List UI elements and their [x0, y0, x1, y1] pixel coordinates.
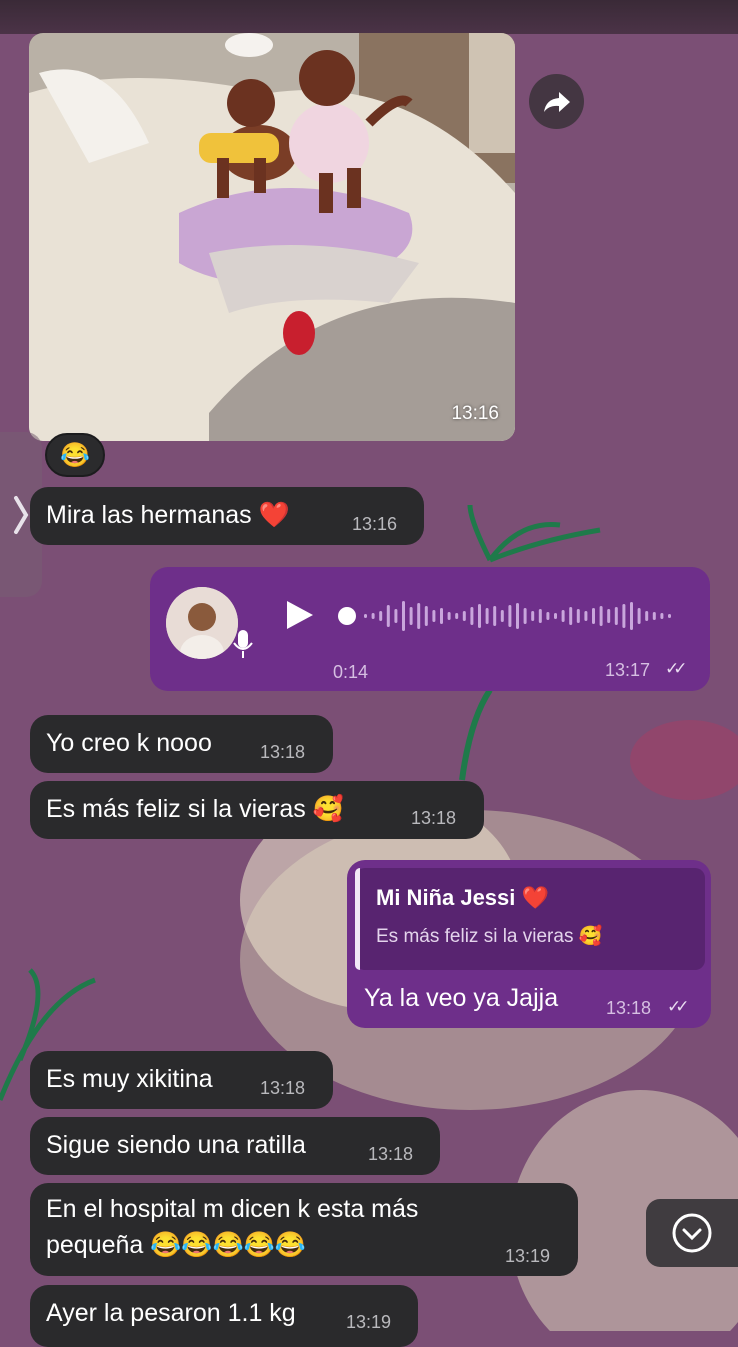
voice-duration: 0:14: [333, 662, 369, 682]
incoming-message[interactable]: Yo creo k nooo 13:18: [30, 715, 333, 773]
message-time: 13:16: [352, 514, 398, 534]
reaction-badge[interactable]: 😂: [45, 433, 105, 477]
waveform-bar: [455, 613, 459, 619]
incoming-message[interactable]: Sigue siendo una ratilla 13:18: [30, 1117, 440, 1175]
heart-emoji: ❤️: [521, 885, 549, 910]
double-check-icon: ✓✓: [665, 659, 687, 678]
outgoing-voice-message[interactable]: 0:14 13:17 ✓✓: [150, 567, 710, 691]
waveform-bar: [485, 608, 489, 624]
incoming-message[interactable]: Es más feliz si la vieras 🥰 13:18: [30, 781, 484, 839]
reaction-emoji: 😂: [60, 441, 90, 469]
waveform-bar: [470, 607, 474, 625]
waveform-bar: [576, 609, 580, 623]
smiling-hearts-emoji: 🥰: [578, 926, 603, 947]
waveform-bar: [645, 611, 649, 621]
microphone-icon: [233, 630, 253, 658]
message-time: 13:19: [505, 1246, 551, 1266]
waveform-bar: [599, 606, 603, 626]
waveform-bar: [652, 612, 656, 620]
photo-timestamp: 13:16: [451, 403, 499, 424]
message-text: Yo creo k nooo: [46, 729, 212, 757]
waveform-bar: [668, 614, 671, 618]
scroll-to-bottom-button[interactable]: [646, 1199, 738, 1267]
message-text: Sigue siendo una ratilla: [46, 1131, 306, 1159]
waveform-bar: [394, 609, 398, 623]
waveform-bar: [379, 611, 383, 621]
waveform-bar: [630, 602, 633, 630]
message-time: 13:17: [605, 660, 651, 680]
double-check-icon: ✓✓: [667, 997, 689, 1016]
chevron-down-circle-icon: [672, 1213, 712, 1253]
waveform-bar: [614, 607, 618, 625]
waveform-bar: [607, 609, 611, 623]
waveform-bar: [523, 608, 527, 624]
waveform-bar: [516, 603, 519, 629]
waveform-bar: [508, 605, 512, 627]
waveform-bar: [440, 608, 443, 624]
avatar: [166, 587, 238, 659]
photo-message[interactable]: 13:16: [29, 33, 515, 441]
waveform-bar: [432, 610, 436, 622]
play-icon[interactable]: [285, 599, 315, 631]
incoming-message[interactable]: Ayer la pesaron 1.1 kg 13:19: [30, 1285, 418, 1347]
message-text: Mira las hermanas: [46, 501, 252, 529]
reply-quote[interactable]: Mi Niña Jessi ❤️ Es más feliz si la vier…: [355, 868, 705, 970]
quote-author: Mi Niña Jessi: [376, 885, 516, 910]
waveform-bar: [478, 604, 481, 628]
incoming-message[interactable]: Mira las hermanas ❤️ 13:16: [30, 487, 424, 545]
waveform-bar: [424, 606, 428, 626]
chevron-right-icon: [14, 495, 29, 534]
message-text: Ya la veo ya Jajja: [364, 984, 559, 1012]
message-time: 13:18: [606, 998, 652, 1018]
quote-accent-bar: [355, 868, 360, 970]
waveform-bar: [462, 611, 466, 621]
message-time: 13:19: [346, 1312, 392, 1332]
waveform-bar: [569, 607, 573, 625]
waveform-bar: [584, 611, 588, 621]
waveform-bar: [371, 613, 375, 619]
waveform-bar: [561, 610, 565, 622]
waveform-bar: [531, 611, 535, 621]
forward-arrow-icon: [543, 91, 570, 112]
waveform-bar: [386, 605, 390, 627]
dogs-photo: [29, 33, 515, 441]
top-status-strip: [0, 0, 738, 34]
waveform-bar: [592, 608, 595, 624]
waveform-bar: [546, 612, 550, 620]
message-text-line1: En el hospital m dicen k esta más: [46, 1195, 419, 1223]
message-text: Ayer la pesaron 1.1 kg: [46, 1299, 296, 1327]
message-text: Es más feliz si la vieras: [46, 795, 306, 823]
incoming-message[interactable]: Es muy xikitina 13:18: [30, 1051, 333, 1109]
waveform-bar: [637, 608, 641, 624]
waveform-bar: [538, 609, 542, 623]
message-time: 13:18: [411, 808, 457, 828]
message-time: 13:18: [260, 742, 306, 762]
waveform-bar: [554, 613, 557, 619]
waveform-bar: [660, 613, 664, 619]
smiling-hearts-emoji: 🥰: [312, 795, 344, 823]
waveform-bar: [500, 610, 504, 622]
waveform-bar: [447, 612, 451, 620]
message-text: Es muy xikitina: [46, 1065, 213, 1093]
waveform-bar: [402, 601, 405, 631]
waveform-bar: [364, 614, 367, 618]
waveform-bar: [417, 603, 421, 629]
quote-text: Es más feliz si la vieras: [376, 926, 574, 947]
message-time: 13:18: [368, 1144, 414, 1164]
forward-button[interactable]: [529, 74, 584, 129]
heart-emoji: ❤️: [258, 501, 290, 529]
waveform-bar: [622, 604, 626, 628]
waveform-bar: [493, 606, 497, 626]
voice-waveform[interactable]: [336, 593, 676, 639]
message-text-line2: pequeña: [46, 1231, 144, 1259]
message-time: 13:18: [260, 1078, 306, 1098]
waveform-bar: [409, 607, 413, 625]
incoming-message[interactable]: En el hospital m dicen k esta más pequeñ…: [30, 1183, 578, 1276]
laughing-emoji: 😂😂😂😂😂: [150, 1231, 306, 1259]
